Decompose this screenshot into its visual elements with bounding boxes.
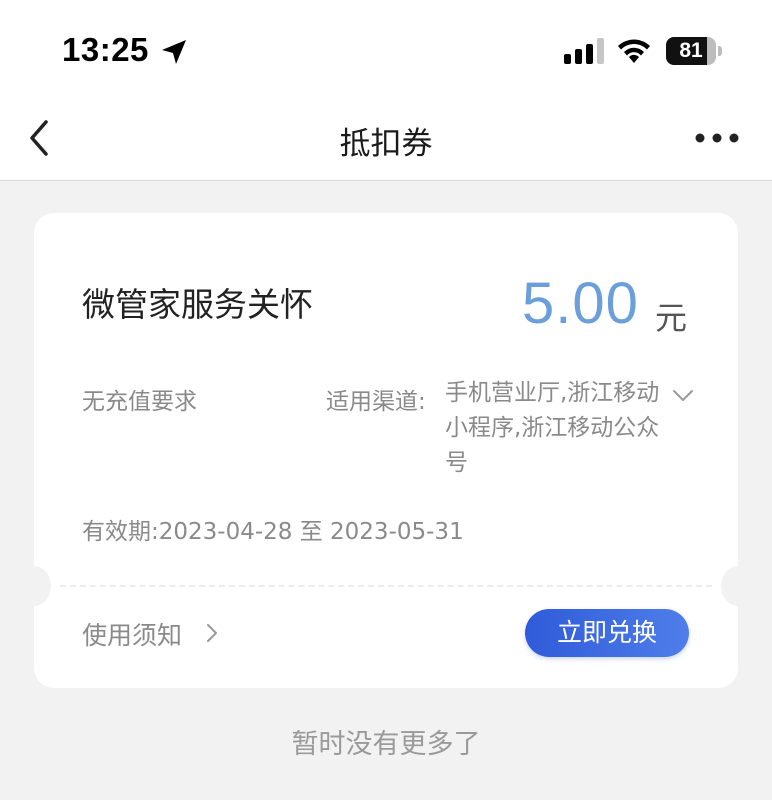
- coupon-unit: 元: [655, 299, 688, 337]
- signal-icon: [564, 38, 604, 64]
- no-more-note: 暂时没有更多了: [291, 729, 481, 760]
- location-arrow-icon: [162, 40, 186, 64]
- usage-notice-link[interactable]: 使用须知: [82, 616, 182, 652]
- status-bar: 13:25 81: [0, 0, 772, 100]
- channel-value: 手机营业厅,浙江移动小程序,浙江移动公众号: [445, 380, 660, 476]
- chevron-down-icon[interactable]: [672, 388, 694, 404]
- channel-label: 适用渠道:: [326, 389, 426, 415]
- battery-percent: 81: [679, 39, 703, 62]
- nav-bar: 抵扣券: [0, 100, 772, 181]
- page-title: 抵扣券: [339, 126, 433, 162]
- battery-tip: [718, 46, 722, 56]
- card-notch-left: [17, 566, 51, 606]
- status-time: 13:25: [62, 31, 149, 68]
- coupon-amount: 5.00: [522, 271, 639, 336]
- redeem-button[interactable]: 立即兑换: [525, 609, 689, 657]
- more-dots-icon[interactable]: [694, 126, 740, 150]
- chevron-right-icon[interactable]: [205, 622, 219, 644]
- validity-period: 有效期:2023-04-28 至 2023-05-31: [82, 519, 464, 545]
- coupon-name: 微管家服务关怀: [82, 285, 313, 324]
- card-notch-right: [721, 566, 755, 606]
- dashed-divider: [60, 585, 712, 587]
- wifi-icon: [618, 39, 650, 63]
- battery-icon: 81: [666, 37, 722, 65]
- recharge-requirement: 无充值要求: [82, 389, 197, 415]
